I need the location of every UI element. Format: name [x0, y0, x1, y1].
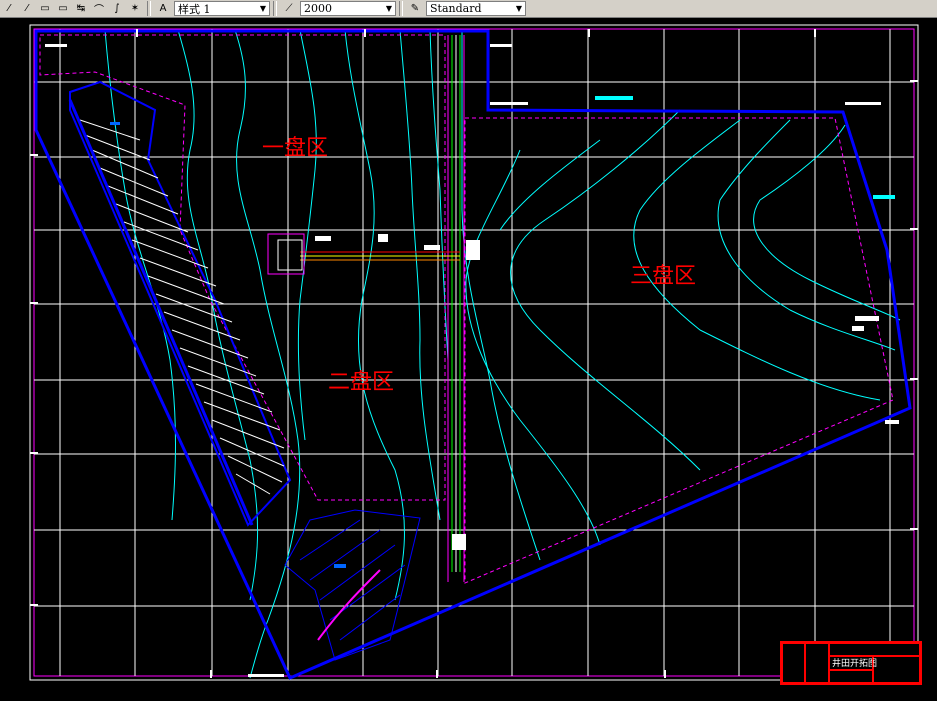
explode-icon[interactable]: ✶	[126, 1, 144, 16]
style-combo[interactable]: 样式 1 ▼	[174, 1, 270, 16]
chevron-down-icon[interactable]: ▼	[516, 4, 522, 13]
zone2-label: 二盘区	[328, 370, 395, 395]
drawing-name: 井田开拓图	[832, 659, 878, 669]
title-cell	[804, 643, 830, 683]
fault-line	[68, 99, 254, 526]
marker	[873, 195, 895, 199]
move-icon[interactable]: ↹	[72, 1, 90, 16]
mine-boundary	[34, 29, 912, 680]
zone1-label: 一盘区	[262, 136, 329, 161]
toolbar-separator	[147, 1, 151, 16]
text-style-combo-value: Standard	[430, 2, 482, 15]
toolbar-separator	[273, 1, 277, 16]
title-cell	[872, 655, 920, 683]
text-style-combo[interactable]: Standard ▼	[426, 1, 526, 16]
line-icon[interactable]: ⁄	[0, 1, 18, 16]
toolbar-separator	[399, 1, 403, 16]
drawing-canvas[interactable]: 一盘区 二盘区 三盘区 井田开拓图	[0, 18, 937, 697]
shaft-roadway	[300, 251, 460, 261]
title-cell	[828, 669, 874, 683]
shaft-building	[277, 239, 303, 271]
lower-roadway	[317, 569, 381, 641]
lower-goaf-area	[284, 509, 421, 661]
chevron-down-icon[interactable]: ▼	[386, 4, 392, 13]
panel-boundaries	[39, 34, 894, 584]
marker	[110, 122, 120, 125]
scale-combo-value: 2000	[304, 2, 332, 15]
frame-outer	[29, 24, 919, 681]
rectangle-icon[interactable]: ▭	[36, 1, 54, 16]
text-style-icon[interactable]: A	[154, 1, 172, 16]
frame-ticks	[30, 29, 918, 678]
marker	[334, 564, 346, 568]
curve-icon[interactable]: ∫	[108, 1, 126, 16]
cad-drawing	[29, 24, 919, 681]
title-cell	[782, 643, 806, 683]
zone3-label: 三盘区	[630, 264, 697, 289]
title-block: 井田开拓图	[780, 641, 922, 685]
style-combo-value: 样式 1	[178, 2, 211, 16]
arc-icon[interactable]: ⌒	[90, 1, 108, 16]
marker	[595, 96, 633, 100]
toolbar: ⁄ ⁄ ▭ ▭ ↹ ⌒ ∫ ✶ A 样式 1 ▼ ⟋ 2000 ▼ ✎ Stan…	[0, 0, 937, 18]
scale-combo[interactable]: 2000 ▼	[300, 1, 396, 16]
contour-lines	[104, 29, 901, 679]
chevron-down-icon[interactable]: ▼	[260, 4, 266, 13]
lower-hatch	[299, 519, 406, 641]
pen-icon[interactable]: ✎	[406, 1, 424, 16]
polyline-icon[interactable]: ⁄	[18, 1, 36, 16]
dimension-icon[interactable]: ⟋	[280, 1, 298, 16]
rectangle2-icon[interactable]: ▭	[54, 1, 72, 16]
